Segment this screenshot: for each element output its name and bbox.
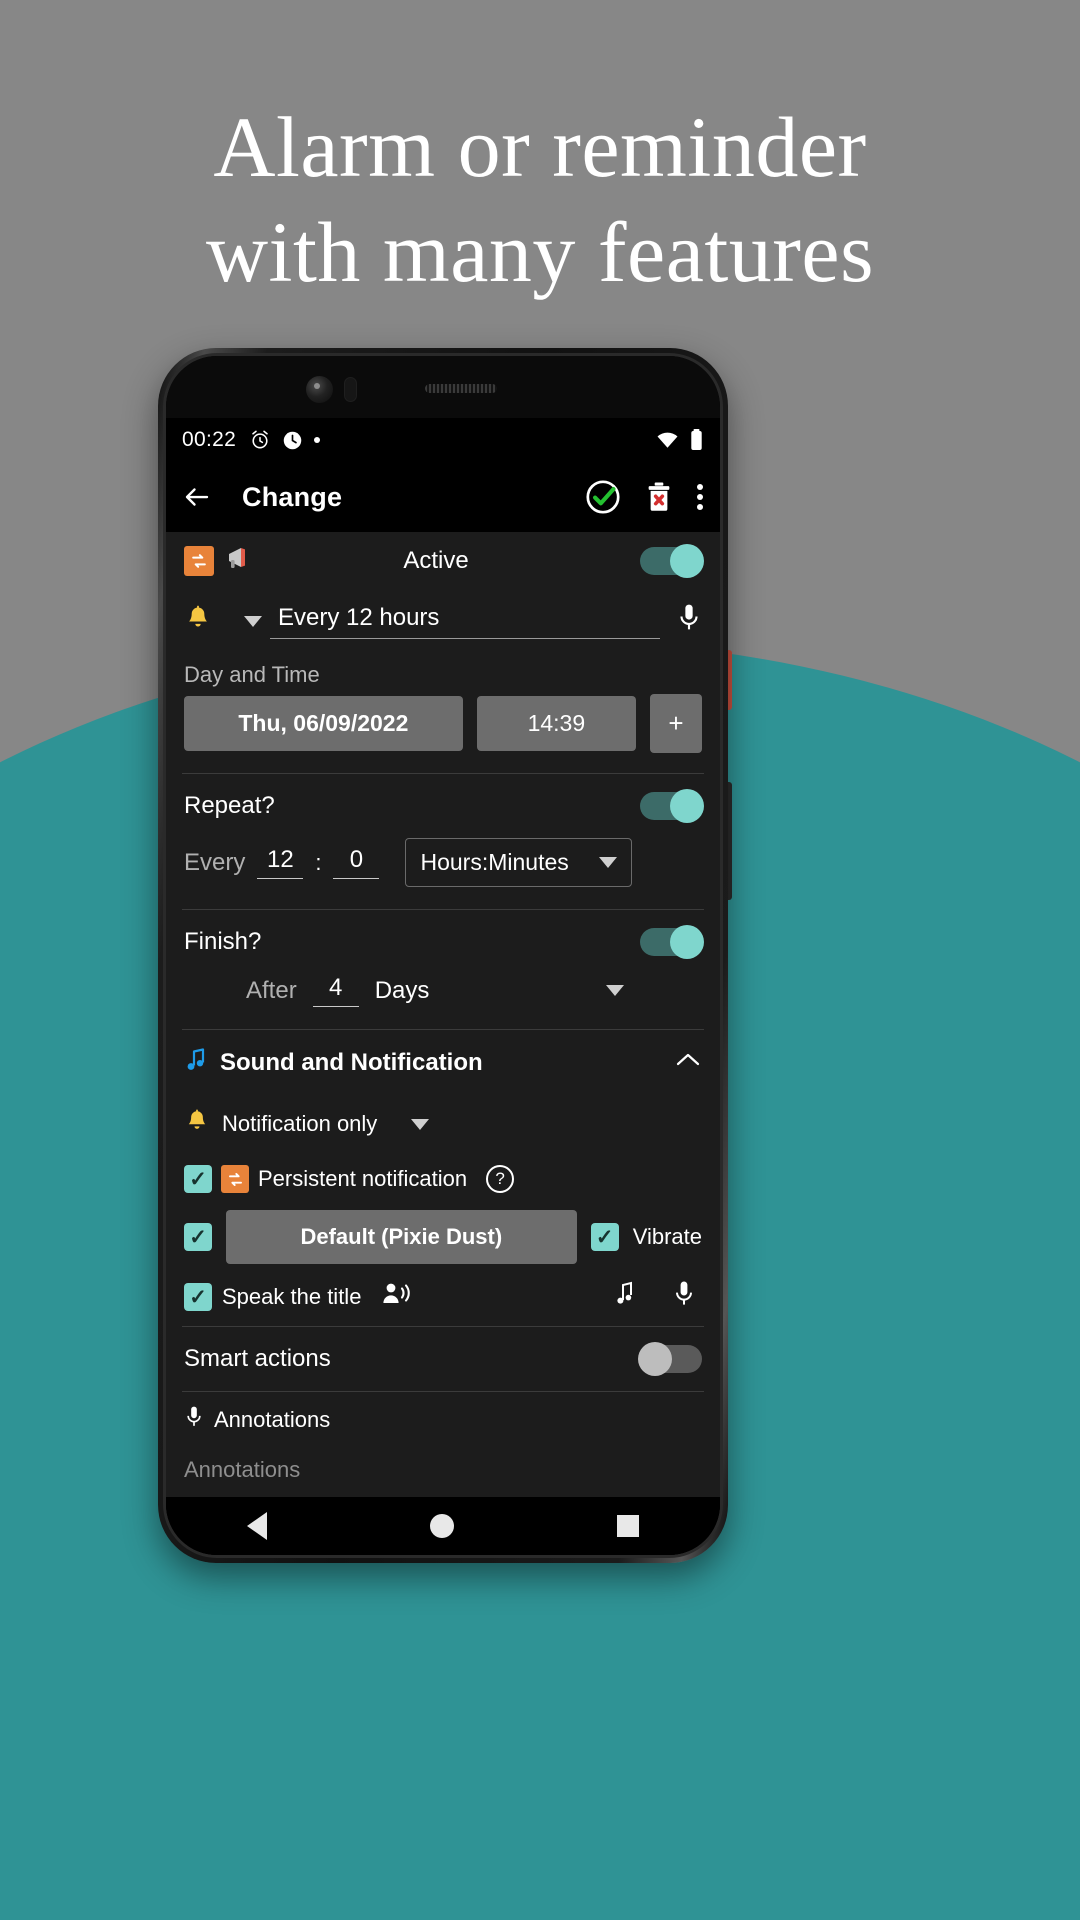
finish-row: Finish? (166, 910, 720, 974)
phone-device: 00:22 Change Active Every 12 hours Day a… (158, 348, 728, 1563)
day-and-time-row: Thu, 06/09/2022 14:39 + (166, 694, 720, 773)
active-row: Active (166, 532, 720, 590)
active-toggle[interactable] (640, 544, 704, 578)
clock-icon (283, 431, 302, 449)
repeat-interval-row: Every 12 : 0 Hours:Minutes (166, 838, 720, 909)
music-note-icon[interactable] (614, 1280, 636, 1314)
phone-top-bezel (166, 356, 720, 418)
repeat-icon (184, 546, 214, 576)
sound-section-title: Sound and Notification (220, 1049, 483, 1076)
repeat-hours-input[interactable]: 12 (257, 846, 304, 879)
persistent-notification-checkbox[interactable]: ✓ (184, 1165, 212, 1193)
annotations-label: Annotations (214, 1407, 331, 1432)
wifi-icon (657, 432, 678, 448)
finish-after-label: After (246, 976, 297, 1004)
caret-down-icon[interactable] (244, 615, 262, 627)
annotations-input[interactable]: Annotations (166, 1448, 720, 1492)
time-button[interactable]: 14:39 (476, 696, 636, 751)
repeat-icon (221, 1165, 249, 1193)
notification-mode-value: Notification only (222, 1111, 378, 1136)
app-bar: Change (166, 462, 720, 532)
finish-after-row: After 4 Days (166, 974, 720, 1029)
page-title: Change (242, 481, 343, 512)
android-nav-bar (166, 1497, 720, 1555)
front-camera-icon (306, 376, 333, 403)
persistent-notification-label: Persistent notification (258, 1166, 468, 1191)
help-icon[interactable]: ? (486, 1165, 515, 1193)
active-label: Active (403, 547, 469, 574)
check-circle-icon[interactable] (584, 478, 622, 516)
person-speaking-icon (381, 1281, 413, 1313)
settings-content: Active Every 12 hours Day and Time Thu, … (166, 532, 720, 1497)
repeat-minutes-input[interactable]: 0 (333, 846, 380, 879)
bell-icon (184, 604, 212, 638)
alarm-icon (252, 430, 268, 449)
earpiece-speaker (425, 384, 497, 393)
nav-home-icon[interactable] (429, 1514, 454, 1538)
nav-back-icon[interactable] (247, 1512, 268, 1540)
annotations-header-row: Annotations (166, 1392, 720, 1448)
smart-actions-label: Smart actions (184, 1345, 331, 1372)
add-time-button[interactable]: + (650, 694, 702, 753)
repeat-every-label: Every (184, 848, 246, 876)
repeat-label: Repeat? (184, 792, 275, 819)
day-and-time-label: Day and Time (184, 662, 320, 687)
vibrate-label: Vibrate (632, 1224, 702, 1249)
dot-icon (314, 437, 321, 443)
speak-title-checkbox[interactable]: ✓ (184, 1283, 212, 1311)
persistent-notification-row[interactable]: ✓ Persistent notification ? (166, 1152, 720, 1206)
ringtone-checkbox[interactable]: ✓ (184, 1223, 212, 1251)
ringtone-button[interactable]: Default (Pixie Dust) (226, 1210, 577, 1264)
microphone-icon[interactable] (184, 1404, 204, 1436)
microphone-icon[interactable] (676, 603, 702, 639)
delete-icon[interactable] (644, 481, 674, 513)
notification-mode-row[interactable]: Notification only (166, 1096, 720, 1152)
repeat-unit-select[interactable]: Hours:Minutes (405, 838, 632, 887)
status-time: 00:22 (182, 428, 237, 451)
repeat-row: Repeat? (166, 774, 720, 838)
back-arrow-icon[interactable] (182, 482, 212, 512)
vibrate-checkbox[interactable]: ✓ (590, 1223, 619, 1251)
alarm-title-row: Every 12 hours (166, 590, 720, 652)
more-vertical-icon[interactable] (696, 482, 704, 512)
caret-down-icon[interactable] (411, 1118, 430, 1130)
chevron-up-icon[interactable] (674, 1050, 702, 1076)
headline-line-1: Alarm or reminder (213, 99, 867, 195)
speak-title-row: ✓ Speak the title (166, 1268, 720, 1326)
microphone-icon[interactable] (672, 1279, 696, 1315)
headline-line-2: with many features (205, 203, 875, 300)
repeat-toggle[interactable] (640, 789, 704, 823)
sound-section-header[interactable]: Sound and Notification (166, 1030, 720, 1096)
caret-down-icon[interactable] (606, 985, 624, 996)
nav-recents-icon[interactable] (616, 1515, 639, 1537)
finish-count-input[interactable]: 4 (312, 974, 359, 1007)
repeat-separator: : (315, 849, 322, 875)
ringtone-row: ✓ Default (Pixie Dust) ✓ Vibrate (166, 1206, 720, 1268)
speak-title-label: Speak the title (222, 1284, 362, 1309)
caret-down-icon (598, 857, 617, 868)
alarm-title-input[interactable]: Every 12 hours (270, 604, 660, 639)
battery-icon (691, 429, 702, 450)
bell-icon (184, 1108, 210, 1140)
proximity-sensor-icon (344, 377, 357, 402)
finish-toggle[interactable] (640, 925, 704, 959)
status-bar: 00:22 (166, 418, 720, 462)
finish-label: Finish? (184, 928, 262, 955)
finish-unit-value: Days (374, 976, 430, 1004)
repeat-unit-value: Hours:Minutes (420, 849, 569, 875)
date-button[interactable]: Thu, 06/09/2022 (184, 696, 463, 751)
promo-headline: Alarm or reminder with many features (0, 95, 1080, 305)
music-note-icon (184, 1047, 208, 1079)
smart-actions-row: Smart actions (166, 1327, 720, 1391)
smart-actions-toggle[interactable] (638, 1342, 702, 1376)
phone-screen: 00:22 Change Active Every 12 hours Day a… (166, 418, 720, 1555)
